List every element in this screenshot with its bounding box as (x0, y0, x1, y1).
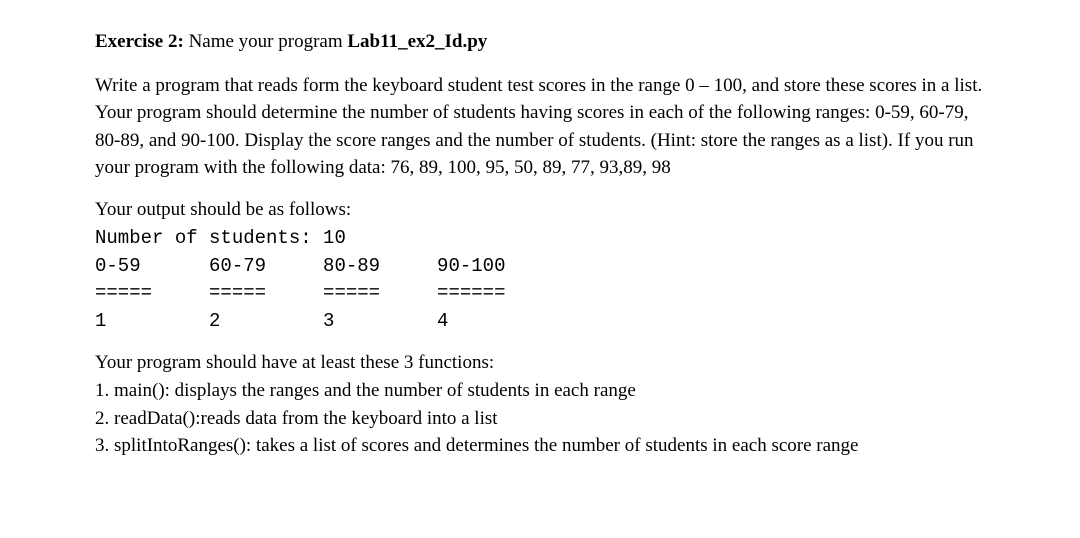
exercise-label: Exercise 2: (95, 31, 184, 52)
sample-output: Number of students: 10 0-59 60-79 80-89 … (95, 225, 990, 335)
function-item: 1. main(): displays the ranges and the n… (95, 377, 990, 405)
output-intro: Your output should be as follows: (95, 196, 990, 224)
program-filename: Lab11_ex2_Id.py (347, 31, 487, 52)
function-item: 3. splitIntoRanges(): takes a list of sc… (95, 432, 990, 460)
functions-list: 1. main(): displays the ranges and the n… (95, 377, 990, 460)
exercise-heading: Exercise 2: Name your program Lab11_ex2_… (95, 28, 990, 56)
heading-mid: Name your program (184, 31, 348, 52)
function-item: 2. readData():reads data from the keyboa… (95, 405, 990, 433)
problem-description: Write a program that reads form the keyb… (95, 72, 990, 182)
functions-intro: Your program should have at least these … (95, 349, 990, 377)
